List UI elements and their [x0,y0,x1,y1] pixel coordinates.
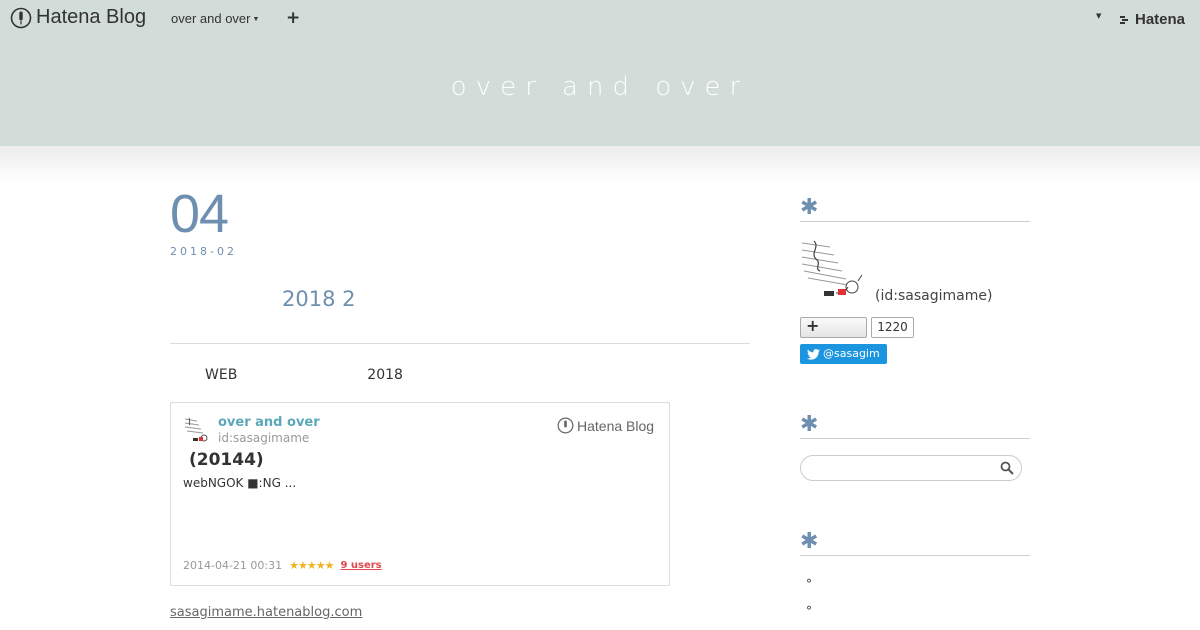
hatena-blog-logo-icon [10,7,32,28]
list-module: ✱ [800,529,1030,556]
hatena-icon [1120,15,1128,24]
search-module: ✱ [800,412,1030,439]
search-input[interactable] [809,456,1003,480]
caret-down-icon: ▼ [252,16,260,23]
global-header: Hatena Blog over and over ▼ + ▼ Hatena [0,0,1200,36]
site-link[interactable]: sasagimame.hatenablog.com [170,605,362,620]
card-meta: 2014-04-21 00:31 ★★★★★ 9 users [183,559,382,572]
module-heading-icon: ✱ [800,529,1030,556]
card-title[interactable]: (20144) [189,450,264,470]
entry-body: WEB 2018 [205,367,533,383]
blog-menu[interactable]: over and over ▼ [171,11,259,26]
user-menu-caret-icon[interactable]: ▼ [1096,12,1101,20]
hatena-logo[interactable]: Hatena [1119,11,1185,28]
body-text-right: 2018 [367,367,403,383]
card-hatena-blog-icon [557,417,574,434]
header-shadow [0,146,1200,182]
entry-content: 04 2018-02 2018 2 WEB 2018 over and over … [170,184,750,620]
module-heading-icon: ✱ [800,412,1030,439]
hatena-blog-logo[interactable]: Hatena Blog [10,6,146,29]
list-item[interactable]: ° [806,577,812,591]
card-user-id[interactable]: id:sasagimame [218,431,309,445]
body-text-left: WEB [205,367,238,383]
brand-label: Hatena Blog [36,6,147,28]
twitter-follow-button[interactable]: @sasagim [800,344,887,364]
add-icon[interactable]: + [286,7,300,29]
module-heading-icon: ✱ [800,195,1030,222]
subscriber-count: 1220 [871,317,914,338]
search-box[interactable] [800,455,1022,481]
profile-avatar-icon[interactable] [800,237,863,301]
card-excerpt: webNGOK ■:NG ... [183,476,297,490]
card-hatena-blog-logo[interactable]: Hatena Blog [557,417,654,434]
entry-title[interactable]: 2018 2 [282,287,355,311]
entry-day: 04 [170,184,229,244]
list-item[interactable]: ° [806,604,812,618]
subscribe-plus-icon: + [806,316,820,335]
bookmark-users-link[interactable]: 9 users [340,560,381,571]
entry-date[interactable]: 2018-02 [170,245,750,258]
divider [170,343,750,344]
twitter-icon [807,348,820,360]
blog-title[interactable]: over and over [0,72,1200,102]
card-blog-name[interactable]: over and over [218,415,320,430]
card-avatar-icon [184,417,208,442]
blog-menu-label: over and over [171,11,251,26]
search-icon[interactable] [1000,461,1014,475]
card-logo-label: Hatena Blog [577,417,655,434]
embed-card[interactable]: over and over id:sasagimame Hatena Blog … [170,402,670,586]
subscribe-button[interactable]: + [800,316,867,338]
hatena-label: Hatena [1135,11,1186,28]
twitter-handle: @sasagim [823,347,880,360]
profile-module: ✱ [800,195,1030,222]
profile-id[interactable]: (id:sasagimame) [875,288,992,304]
star-icons[interactable]: ★★★★★ [289,559,334,572]
card-datetime: 2014-04-21 00:31 [183,559,283,572]
